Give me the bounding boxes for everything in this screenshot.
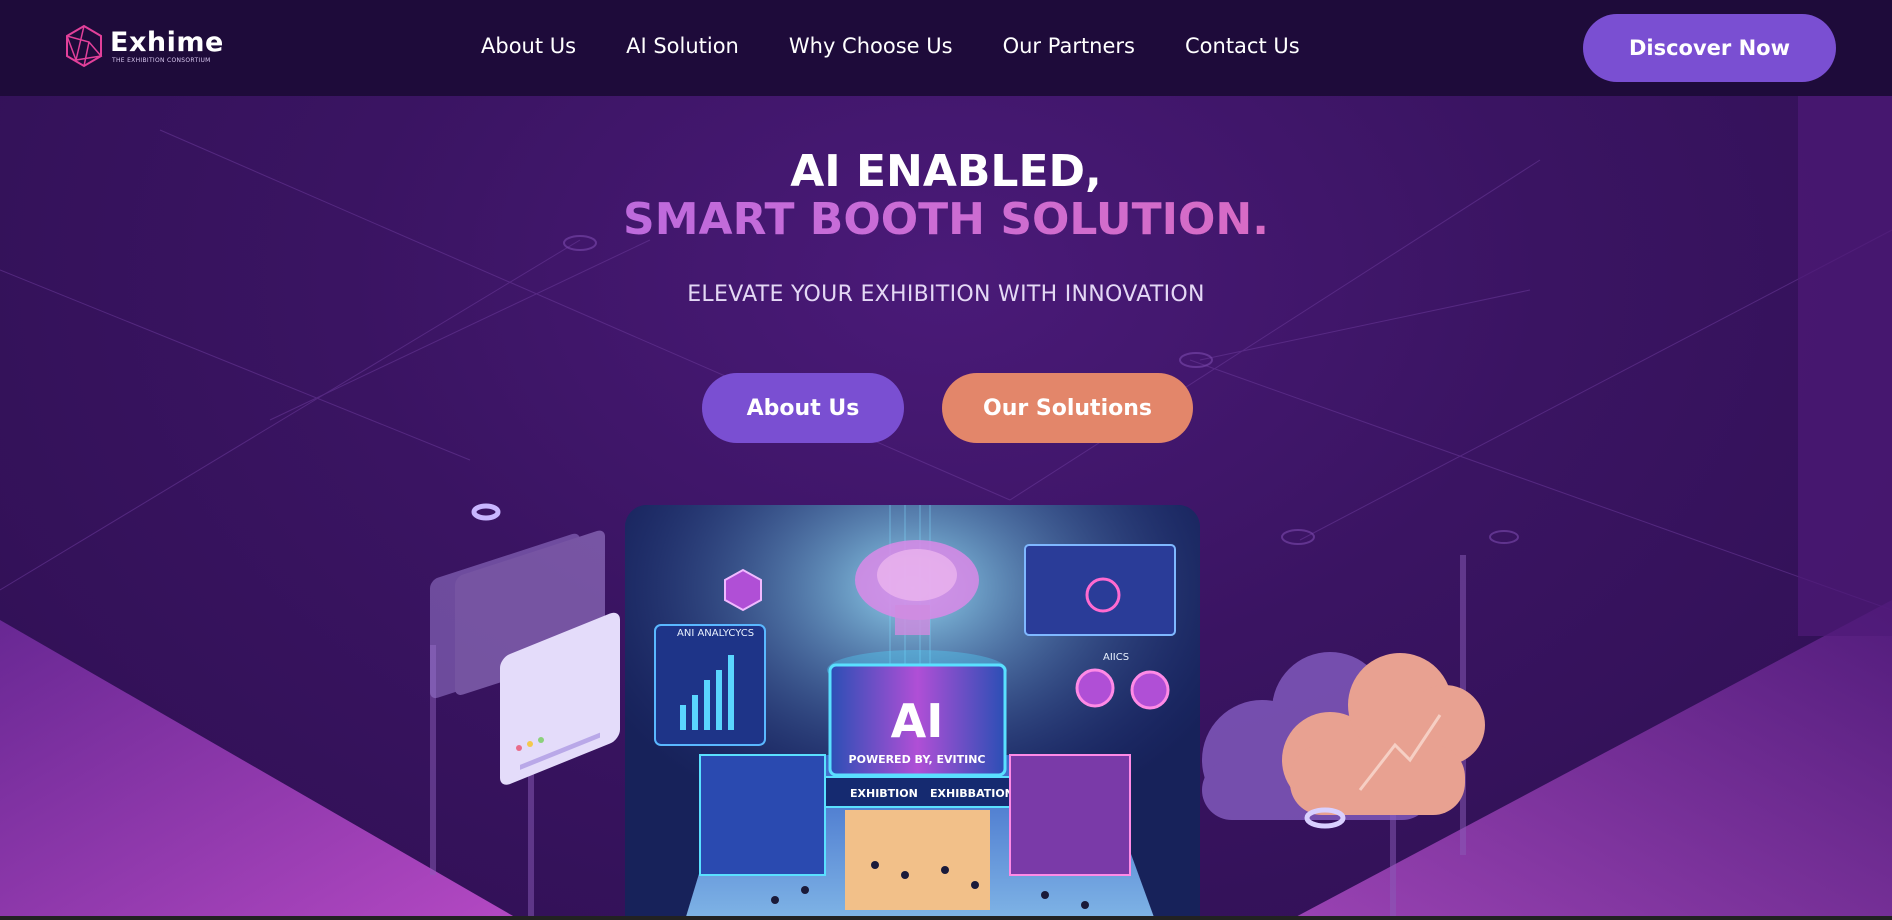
nav-contact-us[interactable]: Contact Us xyxy=(1185,34,1300,58)
about-us-button[interactable]: About Us xyxy=(702,373,904,443)
page-bottom-edge xyxy=(0,916,1892,920)
logo[interactable]: Exhime THE EXHIBITION CONSORTIUM xyxy=(64,24,224,68)
our-solutions-button[interactable]: Our Solutions xyxy=(942,373,1193,443)
main-nav: About Us AI Solution Why Choose Us Our P… xyxy=(481,34,1300,58)
hero-title-line1: AI ENABLED, xyxy=(790,146,1102,197)
illustration-sign-right: EXHIBBATION xyxy=(930,787,1014,800)
hero-title-line2: SMART BOOTH SOLUTION. xyxy=(0,196,1892,244)
illustration-powered-label: POWERED BY, EVITINC xyxy=(849,753,986,766)
nav-our-partners[interactable]: Our Partners xyxy=(1003,34,1135,58)
smart-booth-illustration: ANI ANALYCYCS AIICS AI POWERED BY, EVITI… xyxy=(625,505,1200,920)
illustration-panel-left-label: ANI ANALYCYCS xyxy=(677,628,754,639)
site-header: Exhime THE EXHIBITION CONSORTIUM About U… xyxy=(0,0,1892,96)
nav-ai-solution[interactable]: AI Solution xyxy=(626,34,739,58)
logo-name: Exhime xyxy=(110,26,224,58)
logo-icon xyxy=(66,24,103,68)
logo-tagline: THE EXHIBITION CONSORTIUM xyxy=(112,56,211,64)
nav-about-us[interactable]: About Us xyxy=(481,34,576,58)
illustration-ai-label: AI xyxy=(891,694,944,748)
illustration-panel-right-label: AIICS xyxy=(1103,652,1129,663)
discover-now-button[interactable]: Discover Now xyxy=(1583,14,1836,82)
hero-section: AI ENABLED, SMART BOOTH SOLUTION. ELEVAT… xyxy=(0,146,1892,308)
nav-why-choose-us[interactable]: Why Choose Us xyxy=(789,34,953,58)
illustration-sign-left: EXHIBTION xyxy=(850,787,918,800)
hero-subtitle: ELEVATE YOUR EXHIBITION WITH INNOVATION xyxy=(687,282,1205,307)
